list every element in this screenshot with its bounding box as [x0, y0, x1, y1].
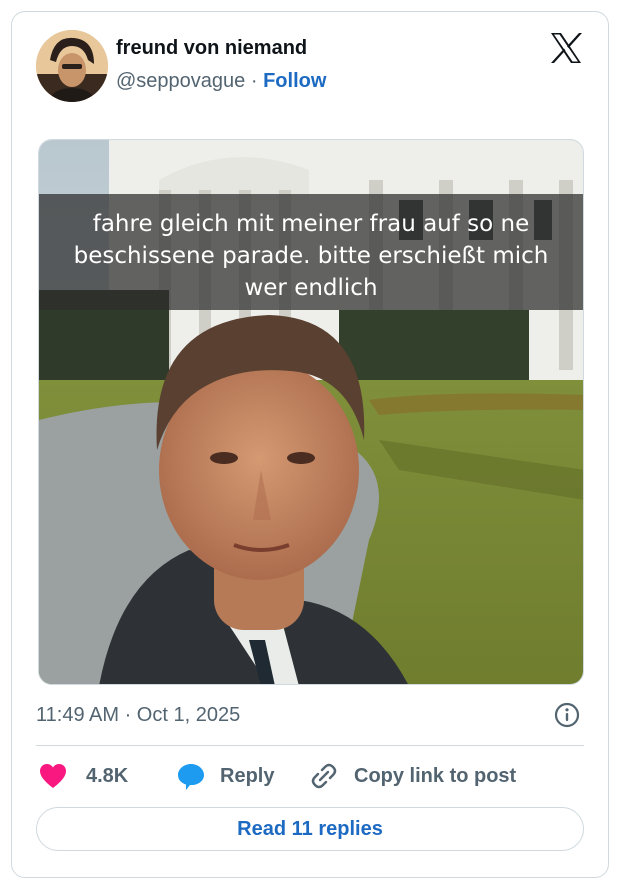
link-icon: [311, 763, 337, 789]
info-icon[interactable]: [554, 702, 580, 728]
reply-button[interactable]: Reply: [176, 756, 274, 796]
reply-bubble-icon: [178, 764, 204, 790]
action-bar: 4.8K Reply Copy link to post: [38, 756, 584, 796]
avatar[interactable]: [36, 30, 108, 102]
tweet-card: freund von niemand @seppovague · Follow: [11, 11, 609, 878]
timestamp[interactable]: 11:49 AM · Oct 1, 2025: [36, 704, 240, 726]
image-caption: fahre gleich mit meiner frau auf so ne b…: [73, 211, 549, 301]
media-image[interactable]: fahre gleich mit meiner frau auf so ne b…: [38, 139, 584, 685]
timestamp-row: 11:49 AM · Oct 1, 2025: [36, 700, 584, 730]
copy-link-button[interactable]: Copy link to post: [310, 756, 516, 796]
reply-label: Reply: [220, 764, 275, 787]
avatar-image: [36, 30, 108, 102]
like-count: 4.8K: [86, 764, 129, 787]
copy-link-label: Copy link to post: [354, 764, 517, 787]
divider: [36, 745, 584, 746]
like-button[interactable]: 4.8K: [38, 756, 128, 796]
author-handle[interactable]: @seppovague: [116, 70, 245, 92]
x-logo-icon[interactable]: [548, 30, 584, 66]
read-replies-button[interactable]: Read 11 replies: [36, 807, 584, 851]
author-name[interactable]: freund von niemand: [116, 37, 307, 60]
follow-link[interactable]: Follow: [263, 70, 326, 92]
handle-line: @seppovague · Follow: [116, 70, 326, 93]
handle-separator: ·: [245, 70, 264, 92]
heart-icon: [40, 764, 66, 788]
